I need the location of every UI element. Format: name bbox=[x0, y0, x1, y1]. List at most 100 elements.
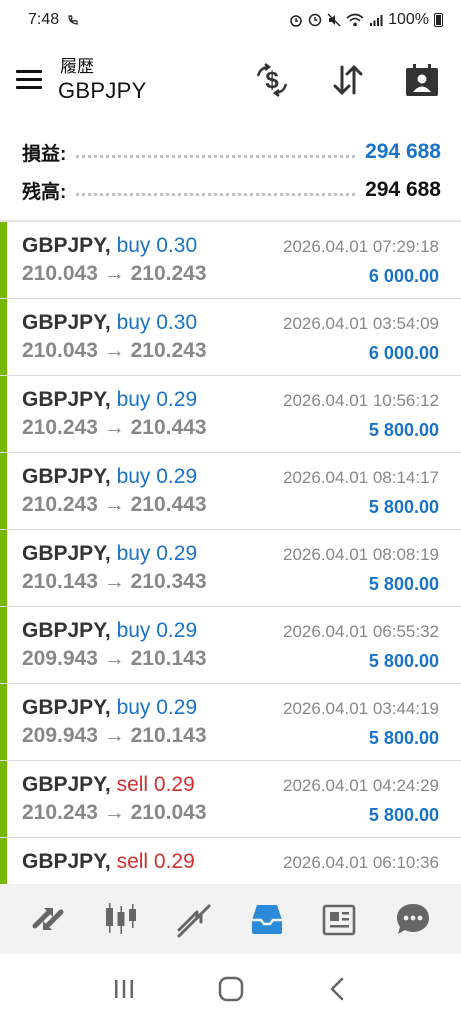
open-price: 210.043 bbox=[22, 339, 98, 362]
menu-icon[interactable] bbox=[16, 70, 44, 92]
price-arrow: → bbox=[103, 262, 125, 285]
trade-row[interactable]: GBPJPY, buy 0.30 210.043 → 210.243 2026.… bbox=[0, 299, 461, 376]
recents-button[interactable] bbox=[104, 969, 144, 1009]
nav-trade[interactable] bbox=[172, 897, 216, 941]
leader-dots bbox=[76, 154, 356, 158]
trade-profit: 5 800.00 bbox=[368, 497, 439, 517]
sort-button[interactable] bbox=[328, 60, 368, 100]
trade-time: 2026.04.01 04:24:29 bbox=[283, 776, 439, 795]
date-range-button[interactable] bbox=[402, 60, 442, 100]
trade-prices: 209.943 → 210.143 bbox=[22, 647, 207, 671]
trade-row[interactable]: GBPJPY, buy 0.29 210.143 → 210.343 2026.… bbox=[0, 530, 461, 607]
trade-profit: 6 000.00 bbox=[368, 266, 439, 286]
wifi-icon bbox=[346, 13, 364, 27]
trade-symbol: GBPJPY, bbox=[22, 619, 111, 642]
deposit-withdraw-button[interactable]: $ bbox=[252, 60, 292, 100]
mute-icon bbox=[327, 13, 341, 27]
trade-symbol-line: GBPJPY, buy 0.29 bbox=[22, 696, 197, 720]
trade-time: 2026.04.01 03:44:19 bbox=[283, 699, 439, 718]
trade-row[interactable]: GBPJPY, sell 0.29 2026.04.01 06:10:36 bbox=[0, 838, 461, 884]
trade-symbol: GBPJPY, bbox=[22, 388, 111, 411]
trade-profit: 5 800.00 bbox=[368, 728, 439, 748]
trade-prices: 210.243 → 210.043 bbox=[22, 801, 207, 825]
trade-row-indicator bbox=[0, 530, 7, 606]
trade-row[interactable]: GBPJPY, buy 0.30 210.043 → 210.243 2026.… bbox=[0, 222, 461, 299]
nav-quotes[interactable] bbox=[26, 897, 70, 941]
page-title: 履歴 bbox=[60, 57, 94, 76]
balance-label: 残高: bbox=[22, 181, 67, 203]
profit-row: 損益: 294 688 bbox=[22, 134, 441, 170]
system-navigation-bar bbox=[0, 954, 461, 1024]
trade-history-list[interactable]: GBPJPY, buy 0.30 210.043 → 210.243 2026.… bbox=[0, 222, 461, 884]
trade-time: 2026.04.01 03:54:09 bbox=[283, 314, 439, 333]
alarm-icon bbox=[290, 15, 302, 27]
trade-symbol: GBPJPY, bbox=[22, 850, 111, 873]
trade-symbol: GBPJPY, bbox=[22, 311, 111, 334]
close-price: 210.043 bbox=[130, 801, 207, 824]
trade-prices: 210.043 → 210.243 bbox=[22, 339, 207, 363]
trade-symbol: GBPJPY, bbox=[22, 542, 111, 565]
trade-symbol: GBPJPY, bbox=[22, 773, 111, 796]
trade-symbol-line: GBPJPY, buy 0.30 bbox=[22, 234, 197, 258]
balance-row: 残高: 294 688 bbox=[22, 172, 441, 208]
trade-direction: buy 0.29 bbox=[116, 465, 198, 488]
trade-row-indicator bbox=[0, 299, 7, 375]
trade-row[interactable]: GBPJPY, buy 0.29 210.243 → 210.443 2026.… bbox=[0, 453, 461, 530]
clock-icon bbox=[308, 13, 322, 27]
trade-row[interactable]: GBPJPY, sell 0.29 210.243 → 210.043 2026… bbox=[0, 761, 461, 838]
nav-history[interactable] bbox=[245, 897, 289, 941]
status-time: 7:48 bbox=[28, 11, 60, 28]
trade-profit: 5 800.00 bbox=[368, 805, 439, 825]
trade-row-indicator bbox=[0, 684, 7, 760]
price-arrow: → bbox=[103, 724, 125, 747]
trade-time: 2026.04.01 08:14:17 bbox=[283, 468, 439, 487]
home-button[interactable] bbox=[211, 969, 251, 1009]
news-icon bbox=[322, 904, 356, 936]
open-price: 209.943 bbox=[22, 724, 98, 747]
trade-direction: buy 0.30 bbox=[116, 311, 198, 334]
symbol-filter-title[interactable]: GBPJPY bbox=[58, 78, 147, 104]
open-price: 210.243 bbox=[22, 493, 98, 516]
trade-symbol: GBPJPY, bbox=[22, 234, 111, 257]
nav-chat[interactable] bbox=[391, 897, 435, 941]
trade-symbol-line: GBPJPY, buy 0.29 bbox=[22, 542, 197, 566]
trade-direction: buy 0.29 bbox=[116, 542, 198, 565]
trade-row-indicator bbox=[0, 376, 7, 452]
back-icon bbox=[330, 977, 343, 1001]
trade-row-indicator bbox=[0, 838, 7, 884]
trade-symbol-line: GBPJPY, buy 0.29 bbox=[22, 388, 197, 412]
trade-profit: 6 000.00 bbox=[368, 343, 439, 363]
close-price: 210.243 bbox=[130, 339, 207, 362]
nav-chart[interactable] bbox=[99, 897, 143, 941]
trade-symbol-line: GBPJPY, buy 0.29 bbox=[22, 465, 197, 489]
close-price: 210.443 bbox=[130, 493, 207, 516]
trade-symbol-line: GBPJPY, sell 0.29 bbox=[22, 850, 195, 874]
chart-candles-icon bbox=[106, 903, 137, 934]
trade-time: 2026.04.01 07:29:18 bbox=[283, 237, 439, 256]
quotes-icon bbox=[32, 908, 64, 930]
trade-row[interactable]: GBPJPY, buy 0.29 209.943 → 210.143 2026.… bbox=[0, 684, 461, 761]
trade-direction: buy 0.30 bbox=[116, 234, 198, 257]
trade-direction: buy 0.29 bbox=[116, 619, 198, 642]
trade-direction: buy 0.29 bbox=[116, 388, 198, 411]
trade-profit: 5 800.00 bbox=[368, 574, 439, 594]
battery-icon bbox=[434, 13, 443, 27]
trade-symbol-line: GBPJPY, sell 0.29 bbox=[22, 773, 195, 797]
trade-row[interactable]: GBPJPY, buy 0.29 209.943 → 210.143 2026.… bbox=[0, 607, 461, 684]
nav-news[interactable] bbox=[318, 897, 362, 941]
open-price: 209.943 bbox=[22, 647, 98, 670]
price-arrow: → bbox=[103, 647, 125, 670]
status-bar: 7:48 100% bbox=[0, 0, 461, 40]
price-arrow: → bbox=[103, 339, 125, 362]
trade-row[interactable]: GBPJPY, buy 0.29 210.243 → 210.443 2026.… bbox=[0, 376, 461, 453]
recents-icon bbox=[114, 980, 133, 998]
close-price: 210.243 bbox=[130, 262, 207, 285]
trade-symbol-line: GBPJPY, buy 0.29 bbox=[22, 619, 197, 643]
trade-direction: buy 0.29 bbox=[116, 696, 198, 719]
back-button[interactable] bbox=[318, 969, 358, 1009]
trade-direction: sell 0.29 bbox=[116, 850, 195, 873]
calendar-person-icon bbox=[406, 64, 438, 96]
trade-symbol: GBPJPY, bbox=[22, 696, 111, 719]
trade-time: 2026.04.01 06:10:36 bbox=[283, 853, 439, 872]
trade-prices: 210.043 → 210.243 bbox=[22, 262, 207, 286]
